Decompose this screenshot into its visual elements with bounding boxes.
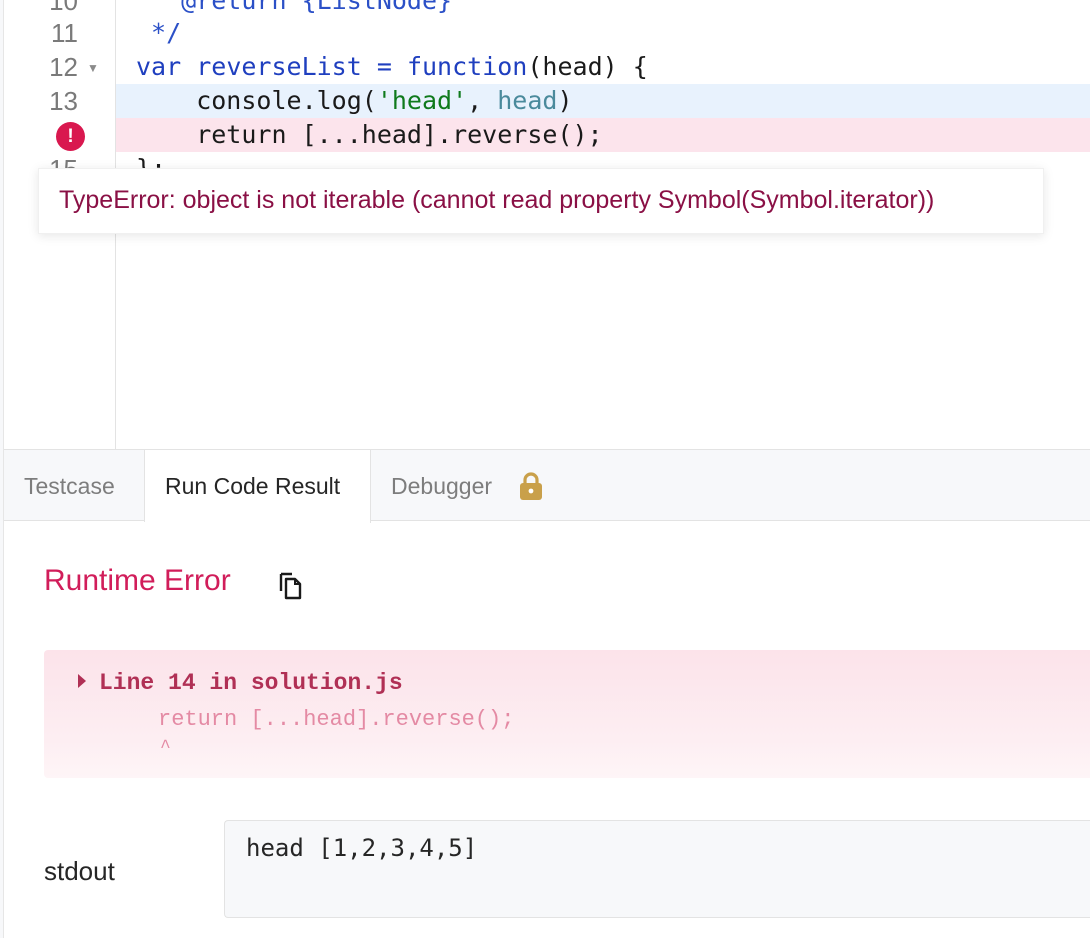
stdout-value: head [1,2,3,4,5] [246, 834, 478, 862]
error-tooltip-text: TypeError: object is not iterable (canno… [59, 186, 935, 214]
error-caret: ^ [160, 738, 171, 758]
code-text: return [...head].reverse(); [136, 120, 603, 149]
tab-testcase[interactable]: Testcase [4, 450, 145, 522]
code-text: console.log('head', head) [136, 85, 573, 117]
error-tooltip: TypeError: object is not iterable (canno… [38, 168, 1044, 234]
args-token: (head) { [527, 52, 648, 81]
result-tabs: Testcase Run Code Result Debugger [4, 449, 1090, 523]
code-token: , [467, 86, 498, 115]
string-token: 'head' [376, 86, 468, 115]
code-text: @return {ListNode} [136, 0, 453, 15]
variable-token: head [497, 86, 558, 115]
code-text: */ [136, 18, 182, 47]
code-text: var reverseList = function(head) { [136, 51, 648, 83]
code-token: ) [557, 86, 573, 115]
error-gutter-cell: ! [4, 118, 116, 152]
line-number: 11 [51, 18, 78, 48]
expand-triangle-icon[interactable] [78, 674, 86, 688]
error-marker-icon[interactable]: ! [56, 122, 85, 151]
error-code-line: return [...head].reverse(); [158, 707, 515, 732]
line-number: 10 [49, 0, 78, 16]
code-line-current[interactable]: console.log('head', head) [116, 84, 1090, 118]
fold-arrow-icon[interactable]: ▼ [87, 62, 99, 74]
code-token: console.log( [136, 86, 377, 115]
lock-icon [520, 472, 542, 500]
keyword-token: function [406, 52, 528, 81]
code-line[interactable]: 12 ▼ var reverseList = function(head) { [4, 50, 1090, 84]
code-line[interactable]: 11 */ [4, 16, 1090, 50]
keyword-token: var [136, 52, 182, 81]
operator-token: = [361, 52, 407, 81]
line-number: 12 [49, 52, 78, 82]
error-location[interactable]: Line 14 in solution.js [99, 670, 403, 696]
copy-icon[interactable] [278, 572, 304, 600]
stdout-label: stdout [44, 856, 115, 886]
identifier-token: reverseList [196, 52, 362, 81]
tab-run-code-result[interactable]: Run Code Result [145, 450, 371, 523]
line-number: 13 [49, 86, 78, 116]
code-line-error[interactable]: return [...head].reverse(); [116, 118, 1090, 152]
result-status-title: Runtime Error [44, 564, 231, 597]
tab-debugger[interactable]: Debugger [371, 450, 591, 522]
